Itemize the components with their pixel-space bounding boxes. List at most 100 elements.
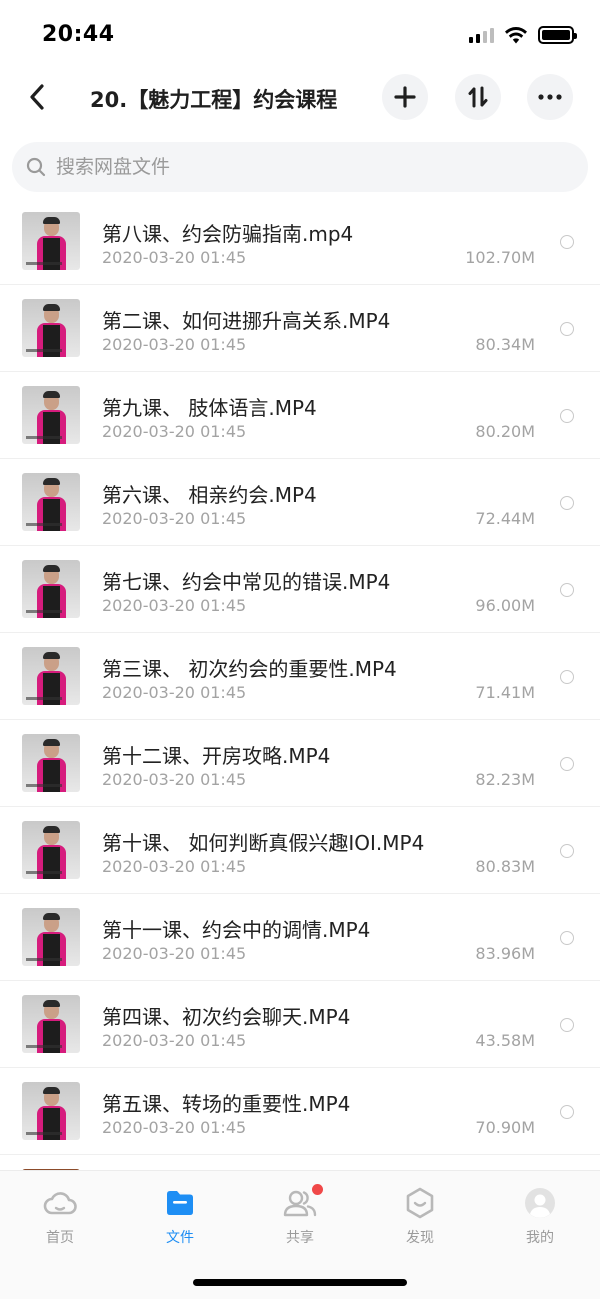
notification-badge xyxy=(312,1184,323,1195)
file-size: 70.90M xyxy=(475,1118,535,1137)
select-radio[interactable] xyxy=(560,670,574,684)
video-thumbnail xyxy=(22,386,80,444)
search-bar[interactable] xyxy=(12,142,588,192)
file-name: 第十二课、开房攻略.MP4 xyxy=(102,744,331,768)
search-input[interactable] xyxy=(56,156,536,178)
file-name: 第三课、 初次约会的重要性.MP4 xyxy=(102,657,397,681)
sort-button[interactable] xyxy=(455,74,501,120)
tab-share-label: 共享 xyxy=(286,1230,314,1246)
tab-mine-label: 我的 xyxy=(526,1230,554,1246)
file-name: 第五课、转场的重要性.MP4 xyxy=(102,1092,351,1116)
back-button[interactable] xyxy=(22,80,52,114)
back-icon xyxy=(30,84,44,110)
cellular-signal-icon xyxy=(469,27,494,43)
list-item[interactable]: 第三课、 初次约会的重要性.MP4 2020-03-20 01:45 71.41… xyxy=(0,633,600,720)
status-icons xyxy=(469,24,577,46)
folder-icon xyxy=(167,1191,193,1215)
status-time: 20:44 xyxy=(42,22,115,47)
tab-files[interactable]: 文件 xyxy=(140,1187,220,1249)
video-thumbnail xyxy=(22,212,80,270)
video-thumbnail xyxy=(22,821,80,879)
status-bar: 20:44 xyxy=(0,0,600,64)
avatar-icon xyxy=(525,1188,555,1218)
select-radio[interactable] xyxy=(560,409,574,423)
file-name: 第六课、 相亲约会.MP4 xyxy=(102,483,317,507)
file-name: 第十一课、约会中的调情.MP4 xyxy=(102,918,371,942)
file-size: 71.41M xyxy=(475,683,535,702)
list-item[interactable]: 第五课、转场的重要性.MP4 2020-03-20 01:45 70.90M xyxy=(0,1068,600,1155)
list-item[interactable]: 第四课、初次约会聊天.MP4 2020-03-20 01:45 43.58M xyxy=(0,981,600,1068)
tab-mine[interactable]: 我的 xyxy=(500,1187,580,1249)
select-radio[interactable] xyxy=(560,844,574,858)
file-name: 第二课、如何进挪升高关系.MP4 xyxy=(102,309,391,333)
cloud-icon xyxy=(43,1192,77,1215)
tab-home[interactable]: 首页 xyxy=(20,1187,100,1249)
list-item[interactable]: 第六课、 相亲约会.MP4 2020-03-20 01:45 72.44M xyxy=(0,459,600,546)
file-date: 2020-03-20 01:45 xyxy=(102,596,247,615)
add-button[interactable] xyxy=(382,74,428,120)
list-item[interactable]: 第十课、 如何判断真假兴趣IOI.MP4 2020-03-20 01:45 80… xyxy=(0,807,600,894)
sort-icon xyxy=(468,86,488,108)
file-name: 第四课、初次约会聊天.MP4 xyxy=(102,1005,351,1029)
file-date: 2020-03-20 01:45 xyxy=(102,1118,247,1137)
video-thumbnail xyxy=(22,473,80,531)
more-icon xyxy=(538,94,562,100)
plus-icon xyxy=(394,86,416,108)
select-radio[interactable] xyxy=(560,235,574,249)
file-size: 72.44M xyxy=(475,509,535,528)
select-radio[interactable] xyxy=(560,583,574,597)
file-date: 2020-03-20 01:45 xyxy=(102,857,247,876)
list-item[interactable]: 第十一课、约会中的调情.MP4 2020-03-20 01:45 83.96M xyxy=(0,894,600,981)
video-thumbnail xyxy=(22,1082,80,1140)
list-item[interactable] xyxy=(0,1155,600,1170)
discover-icon xyxy=(406,1187,434,1219)
file-size: 83.96M xyxy=(475,944,535,963)
tab-discover[interactable]: 发现 xyxy=(380,1187,460,1249)
select-radio[interactable] xyxy=(560,931,574,945)
select-radio[interactable] xyxy=(560,1105,574,1119)
list-item[interactable]: 第二课、如何进挪升高关系.MP4 2020-03-20 01:45 80.34M xyxy=(0,285,600,372)
file-list: 第八课、约会防骗指南.mp4 2020-03-20 01:45 102.70M … xyxy=(0,198,600,1170)
file-size: 43.58M xyxy=(475,1031,535,1050)
file-size: 80.83M xyxy=(475,857,535,876)
list-item[interactable]: 第七课、约会中常见的错误.MP4 2020-03-20 01:45 96.00M xyxy=(0,546,600,633)
video-thumbnail xyxy=(22,908,80,966)
file-size: 96.00M xyxy=(475,596,535,615)
list-item[interactable]: 第九课、 肢体语言.MP4 2020-03-20 01:45 80.20M xyxy=(0,372,600,459)
file-name: 第九课、 肢体语言.MP4 xyxy=(102,396,317,420)
file-date: 2020-03-20 01:45 xyxy=(102,1031,247,1050)
video-thumbnail xyxy=(22,299,80,357)
page-title: 20.【魅力工程】约会课程 xyxy=(90,88,338,112)
file-date: 2020-03-20 01:45 xyxy=(102,509,247,528)
select-radio[interactable] xyxy=(560,757,574,771)
video-thumbnail xyxy=(22,734,80,792)
file-date: 2020-03-20 01:45 xyxy=(102,248,247,267)
tab-discover-label: 发现 xyxy=(406,1230,434,1246)
file-name: 第七课、约会中常见的错误.MP4 xyxy=(102,570,391,594)
file-date: 2020-03-20 01:45 xyxy=(102,944,247,963)
file-date: 2020-03-20 01:45 xyxy=(102,683,247,702)
more-button[interactable] xyxy=(527,74,573,120)
file-date: 2020-03-20 01:45 xyxy=(102,422,247,441)
nav-bar: 20.【魅力工程】约会课程 xyxy=(0,70,600,124)
video-thumbnail xyxy=(22,560,80,618)
file-size: 80.34M xyxy=(475,335,535,354)
select-radio[interactable] xyxy=(560,1018,574,1032)
file-date: 2020-03-20 01:45 xyxy=(102,335,247,354)
file-name: 第十课、 如何判断真假兴趣IOI.MP4 xyxy=(102,831,425,855)
list-item[interactable]: 第八课、约会防骗指南.mp4 2020-03-20 01:45 102.70M xyxy=(0,198,600,285)
tab-share[interactable]: 共享 xyxy=(260,1184,340,1249)
video-thumbnail xyxy=(22,647,80,705)
tab-home-label: 首页 xyxy=(46,1230,74,1246)
tab-files-label: 文件 xyxy=(166,1230,194,1246)
select-radio[interactable] xyxy=(560,322,574,336)
home-indicator xyxy=(193,1279,407,1286)
video-thumbnail xyxy=(22,995,80,1053)
file-size: 82.23M xyxy=(475,770,535,789)
file-size: 80.20M xyxy=(475,422,535,441)
file-date: 2020-03-20 01:45 xyxy=(102,770,247,789)
file-name: 第八课、约会防骗指南.mp4 xyxy=(102,222,354,246)
list-item[interactable]: 第十二课、开房攻略.MP4 2020-03-20 01:45 82.23M xyxy=(0,720,600,807)
select-radio[interactable] xyxy=(560,496,574,510)
battery-icon xyxy=(538,26,577,44)
